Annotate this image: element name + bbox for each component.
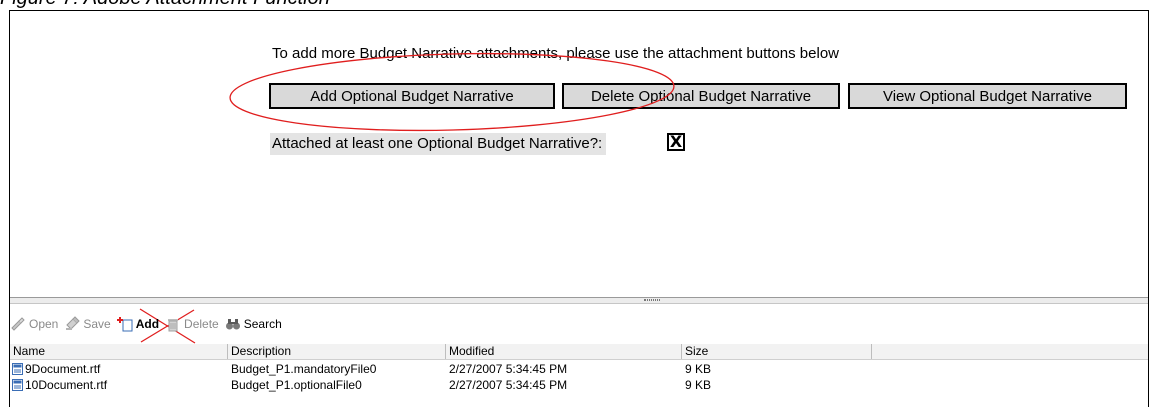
file-modified: 2/27/2007 5:34:45 PM [449,378,568,392]
trash-icon [165,316,181,332]
toolbar-add-label: Add [135,317,160,331]
open-icon [10,316,26,332]
panel-splitter[interactable] [10,297,1148,304]
table-row[interactable]: 10Document.rtf Budget_P1.optionalFile0 2… [10,378,1148,393]
splitter-grip[interactable] [644,299,660,301]
table-row[interactable]: 9Document.rtf Budget_P1.mandatoryFile0 2… [10,362,1148,377]
document-icon [12,363,23,375]
add-optional-budget-narrative-button[interactable]: Add Optional Budget Narrative [269,83,555,109]
toolbar-delete-button[interactable]: Delete [165,316,219,332]
column-header-modified[interactable]: Modified [446,344,682,359]
file-size: 9 KB [685,362,712,376]
add-icon [116,316,133,332]
delete-optional-budget-narrative-button[interactable]: Delete Optional Budget Narrative [562,83,840,109]
file-name: 9Document.rtf [25,362,101,376]
attached-narrative-label: Attached at least one Optional Budget Na… [270,133,607,155]
view-optional-budget-narrative-button[interactable]: View Optional Budget Narrative [848,83,1127,109]
toolbar-search-label: Search [243,317,282,331]
binoculars-icon [225,316,241,332]
figure-caption: Figure 7: Adobe Attachment Function [0,0,330,10]
toolbar-save-button[interactable]: Save [64,316,111,332]
file-description: Budget_P1.mandatoryFile0 [231,362,377,376]
toolbar-open-button[interactable]: Open [10,316,58,332]
file-description: Budget_P1.optionalFile0 [231,378,362,392]
file-name-cell: 10Document.rtf [12,378,107,393]
file-modified: 2/27/2007 5:34:45 PM [449,362,568,376]
file-name-cell: 9Document.rtf [12,362,100,377]
document-icon [12,379,23,391]
file-name: 10Document.rtf [25,378,108,392]
attachments-toolbar: Open Save Add Delete Search [10,313,288,335]
instruction-text: To add more Budget Narrative attachments… [272,45,839,62]
column-header-size[interactable]: Size [682,344,872,359]
attached-narrative-checkbox[interactable]: X [667,133,685,151]
toolbar-save-label: Save [83,317,111,331]
column-header-name[interactable]: Name [10,344,228,359]
attachments-table-header: Name Description Modified Size [10,344,1148,360]
toolbar-delete-label: Delete [184,317,219,331]
toolbar-open-label: Open [29,317,59,331]
file-size: 9 KB [685,378,712,392]
column-header-description[interactable]: Description [228,344,446,359]
save-icon [64,316,81,332]
toolbar-search-button[interactable]: Search [225,316,282,332]
toolbar-add-button[interactable]: Add [116,316,160,332]
